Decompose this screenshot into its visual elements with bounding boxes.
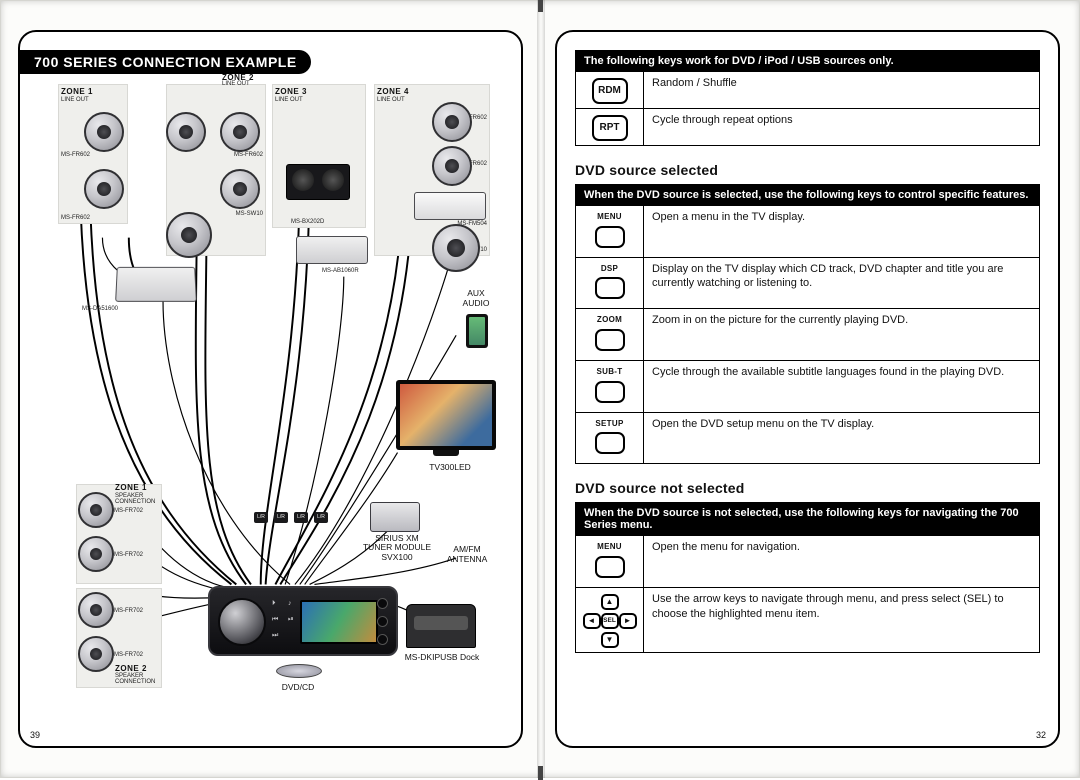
- table-dvd-selected: When the DVD source is selected, use the…: [575, 184, 1040, 464]
- sat-speaker-icon: [292, 169, 314, 191]
- table2-header: When the DVD source is selected, use the…: [576, 185, 1040, 206]
- table-dvd-not-selected: When the DVD source is not selected, use…: [575, 502, 1040, 653]
- section-dvd-not-selected: DVD source not selected: [575, 480, 1040, 496]
- table-row: ZOOM Zoom in on the picture for the curr…: [576, 309, 1040, 361]
- connection-diagram: ZONE 1 LINE OUT MS-FR602 MS-FR602 ZONE 2…: [36, 84, 505, 696]
- aux-audio-label: AUX AUDIO: [456, 288, 496, 308]
- head-unit: ⏵ ♪ ⏮ ⏯ ⏭: [208, 586, 398, 656]
- table-dvd-ipod-usb-keys: The following keys work for DVD / iPod /…: [575, 50, 1040, 146]
- table1-header: The following keys work for DVD / iPod /…: [576, 51, 1040, 72]
- tv-label: TV300LED: [424, 462, 476, 472]
- subwoofer-icon: [432, 224, 480, 272]
- setup-key: [595, 432, 625, 454]
- speaker-icon: [84, 112, 124, 152]
- table-row: RPT Cycle through repeat options: [576, 109, 1040, 146]
- sirius-module: [370, 502, 420, 532]
- rdm-key: RDM: [592, 78, 628, 104]
- subt-key: [595, 381, 625, 403]
- speaker-icon: [78, 592, 114, 628]
- page-number-right: 32: [1036, 730, 1046, 740]
- left-page: 700 SERIES CONNECTION EXAMPLE: [18, 30, 523, 748]
- right-page: The following keys work for DVD / iPod /…: [555, 30, 1060, 748]
- subwoofer-icon: [166, 212, 212, 258]
- table-row: SUB-T Cycle through the available subtit…: [576, 360, 1040, 412]
- speaker-icon: [166, 112, 206, 152]
- menu-key-2: [595, 556, 625, 578]
- zoom-key: [595, 329, 625, 351]
- dvdcd-label: DVD/CD: [268, 682, 328, 692]
- speaker-icon: [78, 536, 114, 572]
- amplifier-msab1060r: [296, 236, 368, 264]
- table-row: MENU Open a menu in the TV display.: [576, 206, 1040, 258]
- speaker-icon: [220, 169, 260, 209]
- table3-header: When the DVD source is not selected, use…: [576, 503, 1040, 536]
- speaker-icon: [220, 112, 260, 152]
- zone-3-lineout: ZONE 3 LINE OUT MS-BX202D: [272, 84, 366, 228]
- speaker-icon: [78, 636, 114, 672]
- rca-connectors: L/R L/R L/R L/R: [254, 512, 328, 523]
- dock-label: MS-DKIPUSB Dock: [392, 652, 492, 662]
- spine-mark-top: [538, 0, 543, 12]
- table-row: DSP Display on the TV display which CD t…: [576, 257, 1040, 309]
- tv-icon: [396, 380, 496, 450]
- speaker-icon: [432, 102, 472, 142]
- section-dvd-selected: DVD source selected: [575, 162, 1040, 178]
- table-row: RDM Random / Shuffle: [576, 72, 1040, 109]
- antenna-label: AM/FM ANTENNA: [442, 544, 492, 564]
- sat-speaker-icon: [322, 169, 344, 191]
- dsp-key: [595, 277, 625, 299]
- sirius-label: SIRIUS XM TUNER MODULE SVX100: [362, 534, 432, 562]
- book-spine: [537, 0, 545, 778]
- amplifier-msfm504: [414, 192, 486, 220]
- speaker-icon: [78, 492, 114, 528]
- page-number-left: 39: [30, 730, 40, 740]
- table-row: SETUP Open the DVD setup menu on the TV …: [576, 412, 1040, 464]
- phone-icon: [466, 314, 488, 348]
- table-row: MENU Open the menu for navigation.: [576, 536, 1040, 588]
- dpad-icon: ▲ ▼ ◄ ► SEL: [583, 594, 637, 648]
- speaker-icon: [432, 146, 472, 186]
- table-row: ▲ ▼ ◄ ► SEL Use the arrow keys to naviga…: [576, 587, 1040, 652]
- section-title: 700 SERIES CONNECTION EXAMPLE: [20, 50, 311, 74]
- dock-icon: [406, 604, 476, 648]
- rpt-key: RPT: [592, 115, 628, 141]
- menu-key: [595, 226, 625, 248]
- speaker-icon: [84, 169, 124, 209]
- disc-icon: [276, 664, 322, 678]
- amplifier-msda51600: [115, 267, 197, 302]
